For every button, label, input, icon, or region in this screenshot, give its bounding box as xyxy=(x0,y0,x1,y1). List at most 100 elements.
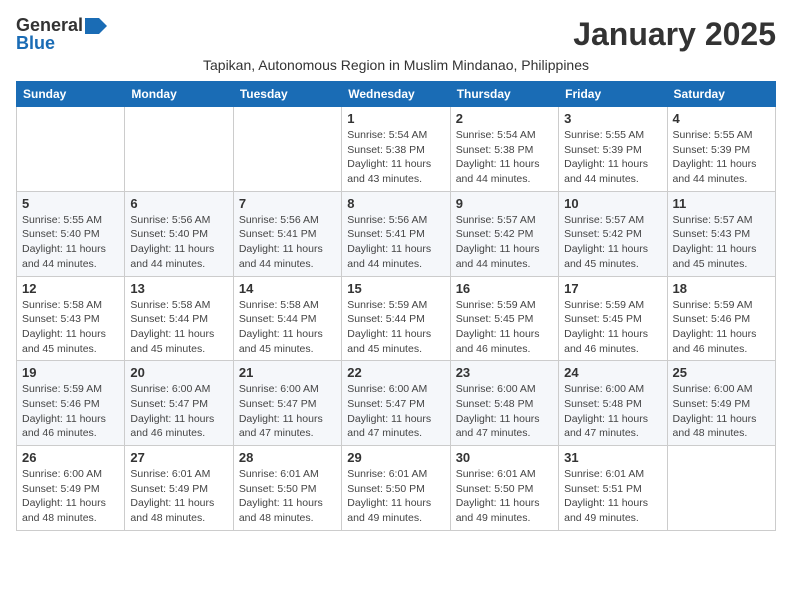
calendar-table: SundayMondayTuesdayWednesdayThursdayFrid… xyxy=(16,81,776,531)
calendar-cell: 2 Sunrise: 5:54 AM Sunset: 5:38 PM Daylig… xyxy=(450,107,558,192)
day-info: Sunrise: 5:54 AM Sunset: 5:38 PM Dayligh… xyxy=(456,128,553,187)
calendar-cell: 3 Sunrise: 5:55 AM Sunset: 5:39 PM Daylig… xyxy=(559,107,667,192)
calendar-week-row: 19 Sunrise: 5:59 AM Sunset: 5:46 PM Dayli… xyxy=(17,361,776,446)
calendar-week-row: 5 Sunrise: 5:55 AM Sunset: 5:40 PM Daylig… xyxy=(17,191,776,276)
calendar-cell: 20Sunrise: 6:00 AM Sunset: 5:47 PM Dayli… xyxy=(125,361,233,446)
day-info: Sunrise: 5:55 AM Sunset: 5:40 PM Dayligh… xyxy=(22,213,119,272)
day-info: Sunrise: 5:59 AM Sunset: 5:45 PM Dayligh… xyxy=(456,298,553,357)
day-info: Sunrise: 5:58 AM Sunset: 5:44 PM Dayligh… xyxy=(130,298,227,357)
weekday-header: Saturday xyxy=(667,82,775,107)
calendar-cell xyxy=(667,446,775,531)
day-info: Sunrise: 5:57 AM Sunset: 5:43 PM Dayligh… xyxy=(673,213,770,272)
day-info: Sunrise: 6:00 AM Sunset: 5:48 PM Dayligh… xyxy=(456,382,553,441)
calendar-cell: 17Sunrise: 5:59 AM Sunset: 5:45 PM Dayli… xyxy=(559,276,667,361)
logo-general: General xyxy=(16,16,83,34)
day-info: Sunrise: 6:00 AM Sunset: 5:49 PM Dayligh… xyxy=(673,382,770,441)
day-info: Sunrise: 6:01 AM Sunset: 5:50 PM Dayligh… xyxy=(347,467,444,526)
calendar-cell: 31Sunrise: 6:01 AM Sunset: 5:51 PM Dayli… xyxy=(559,446,667,531)
month-title: January 2025 xyxy=(573,16,776,53)
day-number: 10 xyxy=(564,196,661,211)
header: General Blue January 2025 xyxy=(16,16,776,53)
calendar-cell: 4Sunrise: 5:55 AM Sunset: 5:39 PM Daylig… xyxy=(667,107,775,192)
calendar-cell xyxy=(17,107,125,192)
day-number: 21 xyxy=(239,365,336,380)
calendar-cell: 8 Sunrise: 5:56 AM Sunset: 5:41 PM Daylig… xyxy=(342,191,450,276)
day-info: Sunrise: 6:01 AM Sunset: 5:50 PM Dayligh… xyxy=(456,467,553,526)
day-info: Sunrise: 6:01 AM Sunset: 5:49 PM Dayligh… xyxy=(130,467,227,526)
day-info: Sunrise: 5:57 AM Sunset: 5:42 PM Dayligh… xyxy=(456,213,553,272)
calendar-week-row: 12 Sunrise: 5:58 AM Sunset: 5:43 PM Dayli… xyxy=(17,276,776,361)
day-number: 13 xyxy=(130,281,227,296)
day-info: Sunrise: 5:58 AM Sunset: 5:43 PM Dayligh… xyxy=(22,298,119,357)
day-number: 17 xyxy=(564,281,661,296)
day-number: 3 xyxy=(564,111,661,126)
day-info: Sunrise: 6:00 AM Sunset: 5:47 PM Dayligh… xyxy=(239,382,336,441)
day-number: 23 xyxy=(456,365,553,380)
calendar-cell: 30Sunrise: 6:01 AM Sunset: 5:50 PM Dayli… xyxy=(450,446,558,531)
day-number: 5 xyxy=(22,196,119,211)
calendar-cell: 27 Sunrise: 6:01 AM Sunset: 5:49 PM Dayli… xyxy=(125,446,233,531)
calendar-cell: 10 Sunrise: 5:57 AM Sunset: 5:42 PM Dayli… xyxy=(559,191,667,276)
day-number: 8 xyxy=(347,196,444,211)
calendar-cell: 21 Sunrise: 6:00 AM Sunset: 5:47 PM Dayli… xyxy=(233,361,341,446)
day-number: 25 xyxy=(673,365,770,380)
day-info: Sunrise: 6:01 AM Sunset: 5:50 PM Dayligh… xyxy=(239,467,336,526)
calendar-cell: 22Sunrise: 6:00 AM Sunset: 5:47 PM Dayli… xyxy=(342,361,450,446)
logo-icon xyxy=(85,18,107,34)
logo-blue: Blue xyxy=(16,34,55,52)
calendar-cell xyxy=(125,107,233,192)
calendar-cell: 1 Sunrise: 5:54 AM Sunset: 5:38 PM Daylig… xyxy=(342,107,450,192)
calendar-cell: 7 Sunrise: 5:56 AM Sunset: 5:41 PM Daylig… xyxy=(233,191,341,276)
calendar-cell: 5 Sunrise: 5:55 AM Sunset: 5:40 PM Daylig… xyxy=(17,191,125,276)
day-info: Sunrise: 5:58 AM Sunset: 5:44 PM Dayligh… xyxy=(239,298,336,357)
calendar-week-row: 26 Sunrise: 6:00 AM Sunset: 5:49 PM Dayli… xyxy=(17,446,776,531)
day-number: 27 xyxy=(130,450,227,465)
calendar-cell: 28Sunrise: 6:01 AM Sunset: 5:50 PM Dayli… xyxy=(233,446,341,531)
day-info: Sunrise: 6:00 AM Sunset: 5:47 PM Dayligh… xyxy=(347,382,444,441)
weekday-header: Wednesday xyxy=(342,82,450,107)
day-number: 12 xyxy=(22,281,119,296)
day-number: 19 xyxy=(22,365,119,380)
calendar-cell: 16 Sunrise: 5:59 AM Sunset: 5:45 PM Dayli… xyxy=(450,276,558,361)
day-number: 26 xyxy=(22,450,119,465)
day-number: 16 xyxy=(456,281,553,296)
day-number: 2 xyxy=(456,111,553,126)
day-info: Sunrise: 5:59 AM Sunset: 5:46 PM Dayligh… xyxy=(22,382,119,441)
calendar-cell: 9 Sunrise: 5:57 AM Sunset: 5:42 PM Daylig… xyxy=(450,191,558,276)
weekday-header: Tuesday xyxy=(233,82,341,107)
calendar-cell: 26 Sunrise: 6:00 AM Sunset: 5:49 PM Dayli… xyxy=(17,446,125,531)
calendar-cell: 12 Sunrise: 5:58 AM Sunset: 5:43 PM Dayli… xyxy=(17,276,125,361)
calendar-cell: 24 Sunrise: 6:00 AM Sunset: 5:48 PM Dayli… xyxy=(559,361,667,446)
day-number: 11 xyxy=(673,196,770,211)
weekday-header: Sunday xyxy=(17,82,125,107)
day-info: Sunrise: 5:56 AM Sunset: 5:40 PM Dayligh… xyxy=(130,213,227,272)
calendar-header-row: SundayMondayTuesdayWednesdayThursdayFrid… xyxy=(17,82,776,107)
calendar-cell: 6 Sunrise: 5:56 AM Sunset: 5:40 PM Daylig… xyxy=(125,191,233,276)
day-info: Sunrise: 6:00 AM Sunset: 5:48 PM Dayligh… xyxy=(564,382,661,441)
calendar-cell: 18Sunrise: 5:59 AM Sunset: 5:46 PM Dayli… xyxy=(667,276,775,361)
logo: General Blue xyxy=(16,16,107,52)
weekday-header: Thursday xyxy=(450,82,558,107)
calendar-cell: 14 Sunrise: 5:58 AM Sunset: 5:44 PM Dayli… xyxy=(233,276,341,361)
subtitle: Tapikan, Autonomous Region in Muslim Min… xyxy=(16,57,776,73)
day-info: Sunrise: 5:56 AM Sunset: 5:41 PM Dayligh… xyxy=(347,213,444,272)
day-number: 6 xyxy=(130,196,227,211)
calendar-cell: 11 Sunrise: 5:57 AM Sunset: 5:43 PM Dayli… xyxy=(667,191,775,276)
day-number: 1 xyxy=(347,111,444,126)
weekday-header: Monday xyxy=(125,82,233,107)
day-info: Sunrise: 5:57 AM Sunset: 5:42 PM Dayligh… xyxy=(564,213,661,272)
day-number: 14 xyxy=(239,281,336,296)
day-info: Sunrise: 5:59 AM Sunset: 5:44 PM Dayligh… xyxy=(347,298,444,357)
day-number: 24 xyxy=(564,365,661,380)
day-number: 7 xyxy=(239,196,336,211)
day-number: 9 xyxy=(456,196,553,211)
day-info: Sunrise: 6:00 AM Sunset: 5:49 PM Dayligh… xyxy=(22,467,119,526)
day-info: Sunrise: 6:00 AM Sunset: 5:47 PM Dayligh… xyxy=(130,382,227,441)
weekday-header: Friday xyxy=(559,82,667,107)
calendar-cell: 15Sunrise: 5:59 AM Sunset: 5:44 PM Dayli… xyxy=(342,276,450,361)
day-info: Sunrise: 5:55 AM Sunset: 5:39 PM Dayligh… xyxy=(564,128,661,187)
calendar-week-row: 1 Sunrise: 5:54 AM Sunset: 5:38 PM Daylig… xyxy=(17,107,776,192)
day-info: Sunrise: 5:56 AM Sunset: 5:41 PM Dayligh… xyxy=(239,213,336,272)
day-info: Sunrise: 6:01 AM Sunset: 5:51 PM Dayligh… xyxy=(564,467,661,526)
day-info: Sunrise: 5:54 AM Sunset: 5:38 PM Dayligh… xyxy=(347,128,444,187)
